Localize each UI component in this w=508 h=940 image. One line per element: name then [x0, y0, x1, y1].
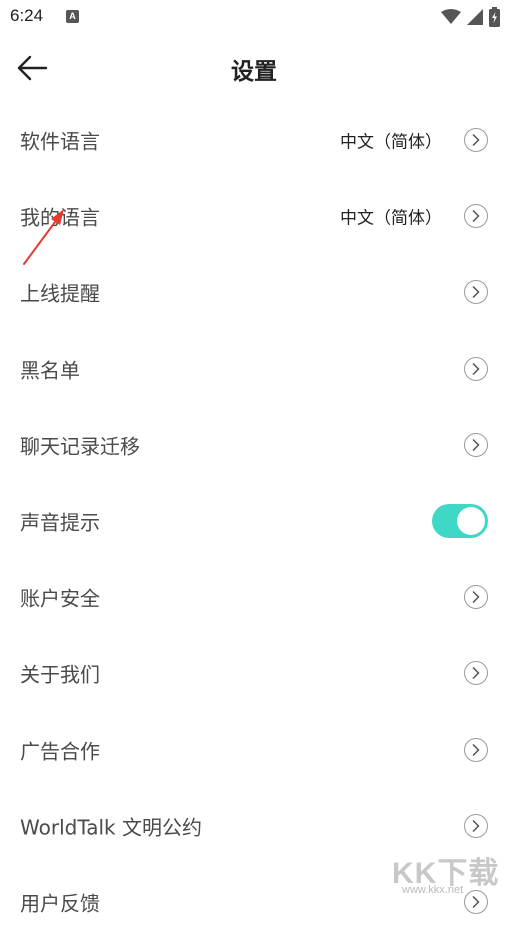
chevron-right-circle-icon	[464, 661, 488, 686]
signal-icon	[467, 9, 483, 25]
setting-label: 黑名单	[20, 358, 80, 383]
battery-charging-icon	[489, 7, 500, 27]
setting-row-ad-cooperation[interactable]: 广告合作	[0, 712, 508, 788]
status-bar: 6:24 A	[0, 0, 508, 34]
watermark: KK下载 www.kkx.net	[392, 848, 506, 900]
setting-label: WorldTalk 文明公约	[20, 815, 202, 840]
setting-label: 账户安全	[20, 586, 100, 611]
setting-label: 声音提示	[20, 510, 100, 535]
setting-row-app-language[interactable]: 软件语言 中文（简体）	[0, 102, 508, 178]
header: 设置	[0, 34, 508, 102]
setting-label: 用户反馈	[20, 891, 100, 916]
status-time: 6:24	[10, 6, 44, 25]
setting-label: 上线提醒	[20, 281, 100, 306]
chevron-right-circle-icon	[464, 280, 488, 305]
watermark-url: www.kkx.net	[402, 884, 464, 896]
chevron-right-circle-icon	[464, 737, 488, 762]
settings-list: 软件语言 中文（简体） 我的语言 中文（简体） 上线提醒 黑名单 聊天记录迁移 …	[0, 102, 508, 940]
chevron-right-circle-icon	[464, 356, 488, 381]
setting-row-about-us[interactable]: 关于我们	[0, 635, 508, 711]
setting-label: 关于我们	[20, 662, 100, 687]
setting-row-online-reminder[interactable]: 上线提醒	[0, 254, 508, 330]
chevron-right-circle-icon	[464, 585, 488, 610]
toggle-knob	[457, 507, 485, 536]
setting-label: 广告合作	[20, 739, 100, 764]
chevron-right-circle-icon	[464, 128, 488, 153]
status-indicators	[441, 6, 500, 28]
notification-a-icon: A	[66, 10, 79, 23]
chevron-right-circle-icon	[464, 813, 488, 838]
setting-row-account-security[interactable]: 账户安全	[0, 559, 508, 635]
chevron-right-circle-icon	[464, 432, 488, 457]
setting-label: 软件语言	[20, 129, 100, 154]
setting-row-blacklist[interactable]: 黑名单	[0, 331, 508, 407]
setting-row-my-language[interactable]: 我的语言 中文（简体）	[0, 178, 508, 254]
setting-value: 中文（简体）	[340, 132, 442, 153]
setting-label: 聊天记录迁移	[20, 434, 140, 459]
annotation-arrow-icon	[23, 209, 64, 265]
sound-alert-toggle[interactable]	[432, 504, 488, 539]
setting-row-chat-migration[interactable]: 聊天记录迁移	[0, 407, 508, 483]
page-title: 设置	[231, 59, 277, 85]
chevron-right-circle-icon	[464, 204, 488, 229]
wifi-icon	[441, 9, 461, 24]
setting-row-sound-alert: 声音提示	[0, 483, 508, 559]
setting-value: 中文（简体）	[340, 208, 442, 229]
